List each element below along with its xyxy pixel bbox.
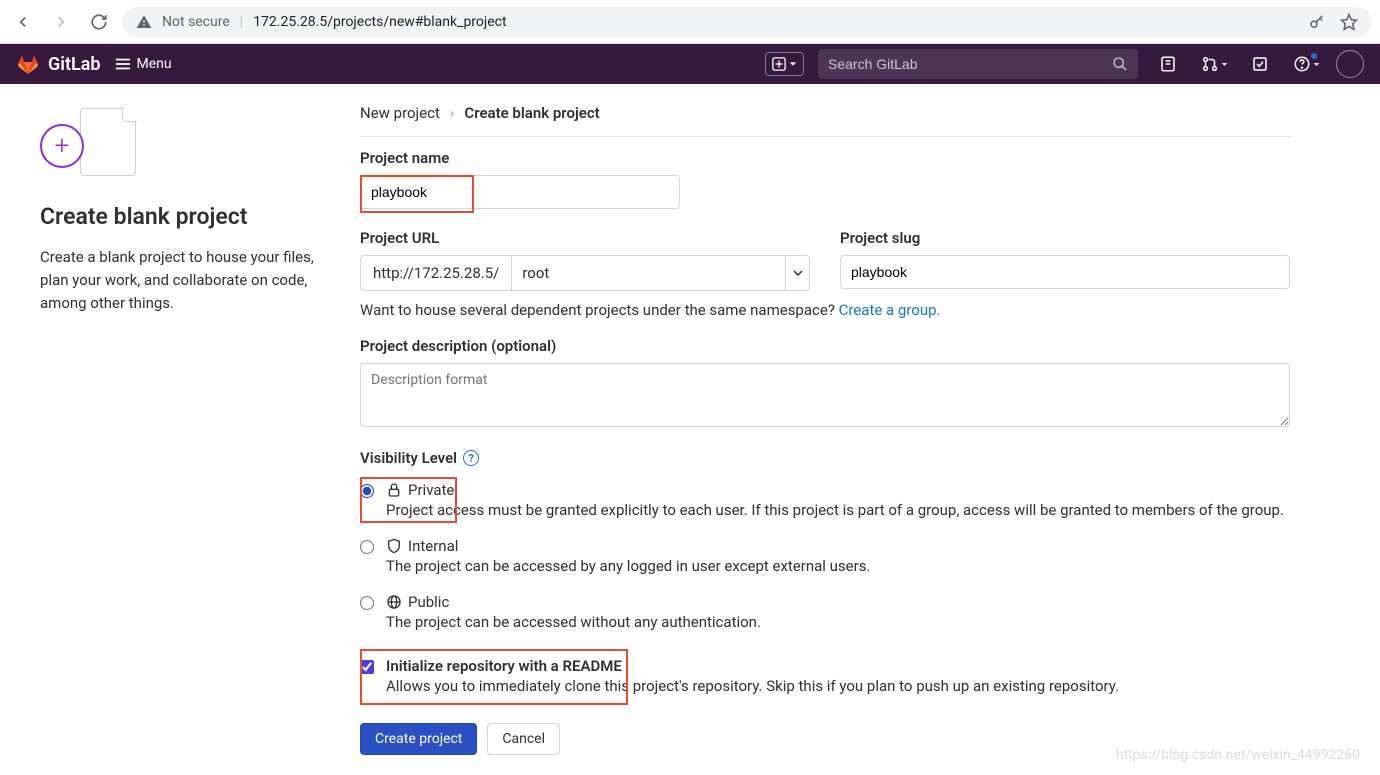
- description-label: Project description (optional): [360, 337, 1290, 355]
- chevron-down-icon: [1221, 61, 1228, 68]
- project-url-prefix: http://172.25.28.5/: [360, 255, 512, 291]
- visibility-internal-row[interactable]: Internal The project can be accessed by …: [360, 531, 1290, 583]
- merge-requests-icon[interactable]: [1198, 48, 1230, 80]
- plus-circle-icon: +: [40, 124, 84, 168]
- issues-icon[interactable]: [1152, 48, 1184, 80]
- address-bar[interactable]: Not secure | 172.25.28.5/projects/new#bl…: [122, 7, 1372, 37]
- project-slug-label: Project slug: [840, 229, 1290, 247]
- project-slug-input[interactable]: [840, 255, 1290, 289]
- reload-button[interactable]: [84, 7, 114, 37]
- star-icon[interactable]: [1340, 13, 1358, 31]
- page-title: Create blank project: [40, 202, 330, 232]
- search-icon: [1112, 56, 1128, 72]
- new-dropdown[interactable]: [765, 52, 804, 76]
- visibility-private-title: Private: [408, 481, 454, 499]
- shield-icon: [386, 538, 402, 554]
- key-icon[interactable]: [1308, 13, 1326, 31]
- browser-toolbar: Not secure | 172.25.28.5/projects/new#bl…: [0, 0, 1380, 44]
- namespace-hint: Want to house several dependent projects…: [360, 301, 1290, 319]
- visibility-public-radio[interactable]: [360, 596, 374, 610]
- description-input[interactable]: [360, 363, 1290, 427]
- visibility-internal-radio[interactable]: [360, 540, 374, 554]
- visibility-internal-title: Internal: [408, 537, 458, 555]
- visibility-public-desc: The project can be accessed without any …: [386, 612, 1290, 633]
- back-button[interactable]: [8, 7, 38, 37]
- chevron-down-icon: [793, 268, 803, 278]
- breadcrumb: New project › Create blank project: [360, 104, 1290, 137]
- project-url-label: Project URL: [360, 229, 810, 247]
- readme-title: Initialize repository with a README: [386, 657, 622, 675]
- project-name-input[interactable]: [360, 175, 680, 209]
- breadcrumb-separator: ›: [450, 104, 455, 122]
- warning-icon: [136, 14, 152, 30]
- readme-desc: Allows you to immediately clone this pro…: [386, 676, 1290, 697]
- visibility-private-row[interactable]: Private Project access must be granted e…: [360, 475, 1290, 527]
- gitlab-topbar: GitLab Menu: [0, 44, 1380, 84]
- search-input[interactable]: [828, 56, 1112, 72]
- brand-text: GitLab: [48, 54, 101, 75]
- readme-checkbox[interactable]: [360, 660, 374, 674]
- visibility-label: Visibility Level ?: [360, 449, 1290, 467]
- plus-icon: [772, 57, 786, 71]
- create-group-link[interactable]: Create a group.: [839, 301, 941, 319]
- page-description: Create a blank project to house your fil…: [40, 246, 330, 316]
- todos-icon[interactable]: [1244, 48, 1276, 80]
- forward-button[interactable]: [46, 7, 76, 37]
- globe-icon: [386, 594, 402, 610]
- visibility-public-title: Public: [408, 593, 449, 611]
- chevron-down-icon: [1313, 61, 1320, 68]
- menu-label: Menu: [137, 56, 172, 72]
- project-name-label: Project name: [360, 149, 1290, 167]
- namespace-value: root: [522, 264, 549, 282]
- cancel-button[interactable]: Cancel: [487, 723, 560, 755]
- help-icon[interactable]: [1290, 48, 1322, 80]
- visibility-private-radio[interactable]: [360, 484, 374, 498]
- readme-row[interactable]: Initialize repository with a README Allo…: [360, 651, 1290, 703]
- visibility-internal-desc: The project can be accessed by any logge…: [386, 556, 1290, 577]
- breadcrumb-prev[interactable]: New project: [360, 104, 440, 122]
- gitlab-logo[interactable]: GitLab: [16, 52, 101, 76]
- security-label: Not secure: [162, 14, 230, 30]
- menu-trigger[interactable]: Menu: [115, 56, 172, 72]
- lock-icon: [386, 482, 402, 498]
- watermark: https://blog.csdn.net/weixin_44992260: [1116, 747, 1360, 763]
- help-icon[interactable]: ?: [463, 450, 479, 466]
- namespace-dropdown[interactable]: root: [512, 255, 810, 291]
- create-project-illustration: +: [40, 104, 330, 184]
- visibility-public-row[interactable]: Public The project can be accessed witho…: [360, 587, 1290, 639]
- create-project-button[interactable]: Create project: [360, 723, 477, 755]
- avatar[interactable]: [1336, 50, 1364, 78]
- search-box[interactable]: [818, 49, 1138, 79]
- visibility-private-desc: Project access must be granted explicitl…: [386, 500, 1290, 521]
- breadcrumb-current: Create blank project: [464, 104, 599, 122]
- url-text: 172.25.28.5/projects/new#blank_project: [253, 14, 506, 30]
- hamburger-icon: [115, 57, 131, 71]
- gitlab-icon: [16, 52, 40, 76]
- chevron-down-icon: [789, 60, 797, 68]
